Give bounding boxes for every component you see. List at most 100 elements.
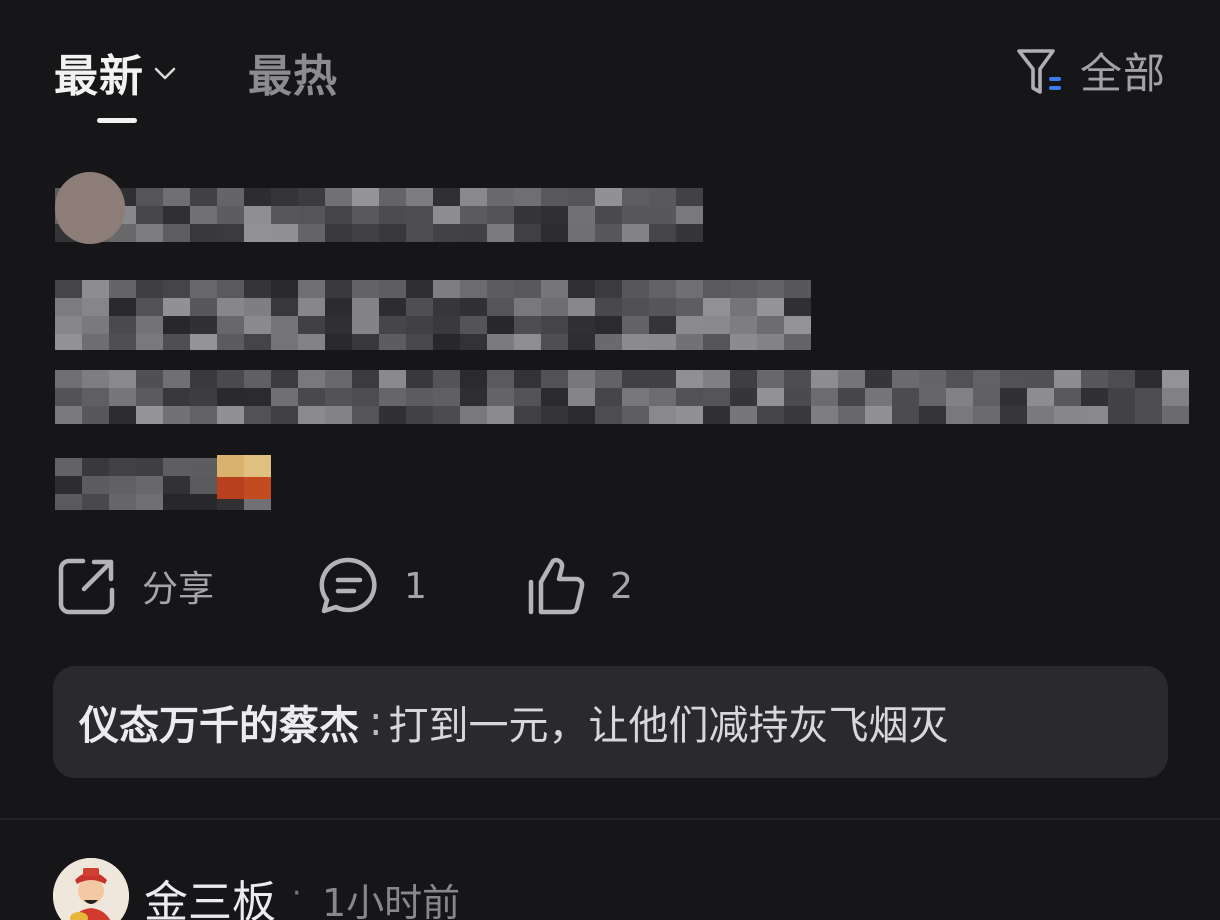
mosaic-cell: [946, 388, 973, 406]
mosaic-cell: [379, 206, 406, 224]
mosaic-cell: [622, 316, 649, 334]
mosaic-cell: [892, 388, 919, 406]
mosaic-cell: [244, 224, 271, 242]
mosaic-cell: [271, 280, 298, 298]
redacted-post-content: [0, 0, 1220, 540]
mosaic-cell: [55, 476, 82, 494]
mosaic-cell: [487, 370, 514, 388]
reply-separator: :: [369, 699, 383, 745]
mosaic-cell: [460, 388, 487, 406]
mosaic-cell: [325, 188, 352, 206]
mosaic-cell: [271, 316, 298, 334]
mosaic-cell: [82, 298, 109, 316]
mosaic-cell: [244, 370, 271, 388]
mosaic-cell: [541, 280, 568, 298]
mosaic-cell: [433, 334, 460, 350]
mosaic-cell: [271, 224, 298, 242]
mosaic-cell: [244, 316, 271, 334]
mosaic-cell: [298, 280, 325, 298]
mosaic-cell: [190, 280, 217, 298]
mosaic-cell: [514, 388, 541, 406]
mosaic-cell: [487, 334, 514, 350]
mosaic-cell: [730, 334, 757, 350]
mosaic-cell: [163, 388, 190, 406]
mosaic-cell: [541, 388, 568, 406]
mosaic-cell: [298, 224, 325, 242]
mosaic-cell: [163, 206, 190, 224]
mosaic-cell: [838, 406, 865, 424]
mosaic-cell: [1027, 406, 1054, 424]
mosaic-cell: [271, 298, 298, 316]
like-button[interactable]: 2: [524, 555, 633, 617]
mosaic-cell: [1054, 406, 1081, 424]
mosaic-cell: [136, 188, 163, 206]
mosaic-cell: [865, 406, 892, 424]
emoji-mosaic-cell: [244, 477, 271, 499]
mosaic-cell: [649, 188, 676, 206]
mosaic-cell: [514, 188, 541, 206]
avatar[interactable]: [53, 858, 129, 920]
next-post-author[interactable]: 金三板: [144, 866, 276, 920]
mosaic-cell: [460, 206, 487, 224]
mosaic-cell: [865, 388, 892, 406]
mosaic-cell: [244, 280, 271, 298]
mosaic-cell: [109, 494, 136, 510]
mosaic-cell: [325, 224, 352, 242]
mosaic-cell: [244, 188, 271, 206]
mosaic-cell: [568, 298, 595, 316]
mosaic-cell: [595, 316, 622, 334]
mosaic-cell: [514, 406, 541, 424]
mosaic-cell: [676, 406, 703, 424]
mosaic-cell: [568, 188, 595, 206]
mosaic-cell: [595, 298, 622, 316]
mosaic-cell: [757, 388, 784, 406]
mosaic-cell: [649, 298, 676, 316]
mosaic-cell: [325, 334, 352, 350]
mosaic-cell: [136, 298, 163, 316]
mosaic-cell: [649, 224, 676, 242]
mosaic-cell: [811, 388, 838, 406]
mosaic-cell: [892, 406, 919, 424]
mosaic-cell: [514, 224, 541, 242]
mosaic-cell: [1081, 370, 1108, 388]
mosaic-cell: [217, 298, 244, 316]
mosaic-cell: [730, 280, 757, 298]
mosaic-cell: [352, 298, 379, 316]
mosaic-cell: [352, 316, 379, 334]
mosaic-cell: [595, 206, 622, 224]
reply-preview[interactable]: 仪态万千的蔡杰 : 打到一元，让他们减持灰飞烟灭: [53, 666, 1168, 778]
mosaic-cell: [568, 334, 595, 350]
mosaic-cell: [487, 388, 514, 406]
mosaic-cell: [379, 280, 406, 298]
mosaic-cell: [514, 370, 541, 388]
mosaic-cell: [136, 370, 163, 388]
comment-icon: [319, 557, 377, 614]
mosaic-cell: [460, 406, 487, 424]
mosaic-cell: [109, 316, 136, 334]
emoji-mosaic-cell: [217, 477, 244, 499]
mosaic-cell: [406, 280, 433, 298]
comment-button[interactable]: 1: [318, 555, 427, 617]
mosaic-cell: [487, 188, 514, 206]
mosaic-cell: [406, 406, 433, 424]
share-button[interactable]: 分享: [56, 555, 214, 617]
mosaic-cell: [730, 406, 757, 424]
mosaic-cell: [298, 388, 325, 406]
mosaic-cell: [595, 280, 622, 298]
mosaic-cell: [622, 406, 649, 424]
mosaic-cell: [406, 388, 433, 406]
mosaic-cell: [271, 406, 298, 424]
mosaic-cell: [838, 388, 865, 406]
mosaic-cell: [325, 206, 352, 224]
mosaic-cell: [460, 280, 487, 298]
mosaic-cell: [433, 206, 460, 224]
mosaic-cell: [244, 388, 271, 406]
mosaic-cell: [163, 406, 190, 424]
reply-author[interactable]: 仪态万千的蔡杰: [79, 693, 359, 751]
mosaic-cell: [217, 370, 244, 388]
emoji-mosaic-cell: [244, 455, 271, 477]
mosaic-cell: [730, 388, 757, 406]
mosaic-cell: [163, 224, 190, 242]
mosaic-cell: [1135, 388, 1162, 406]
mosaic-cell: [649, 316, 676, 334]
